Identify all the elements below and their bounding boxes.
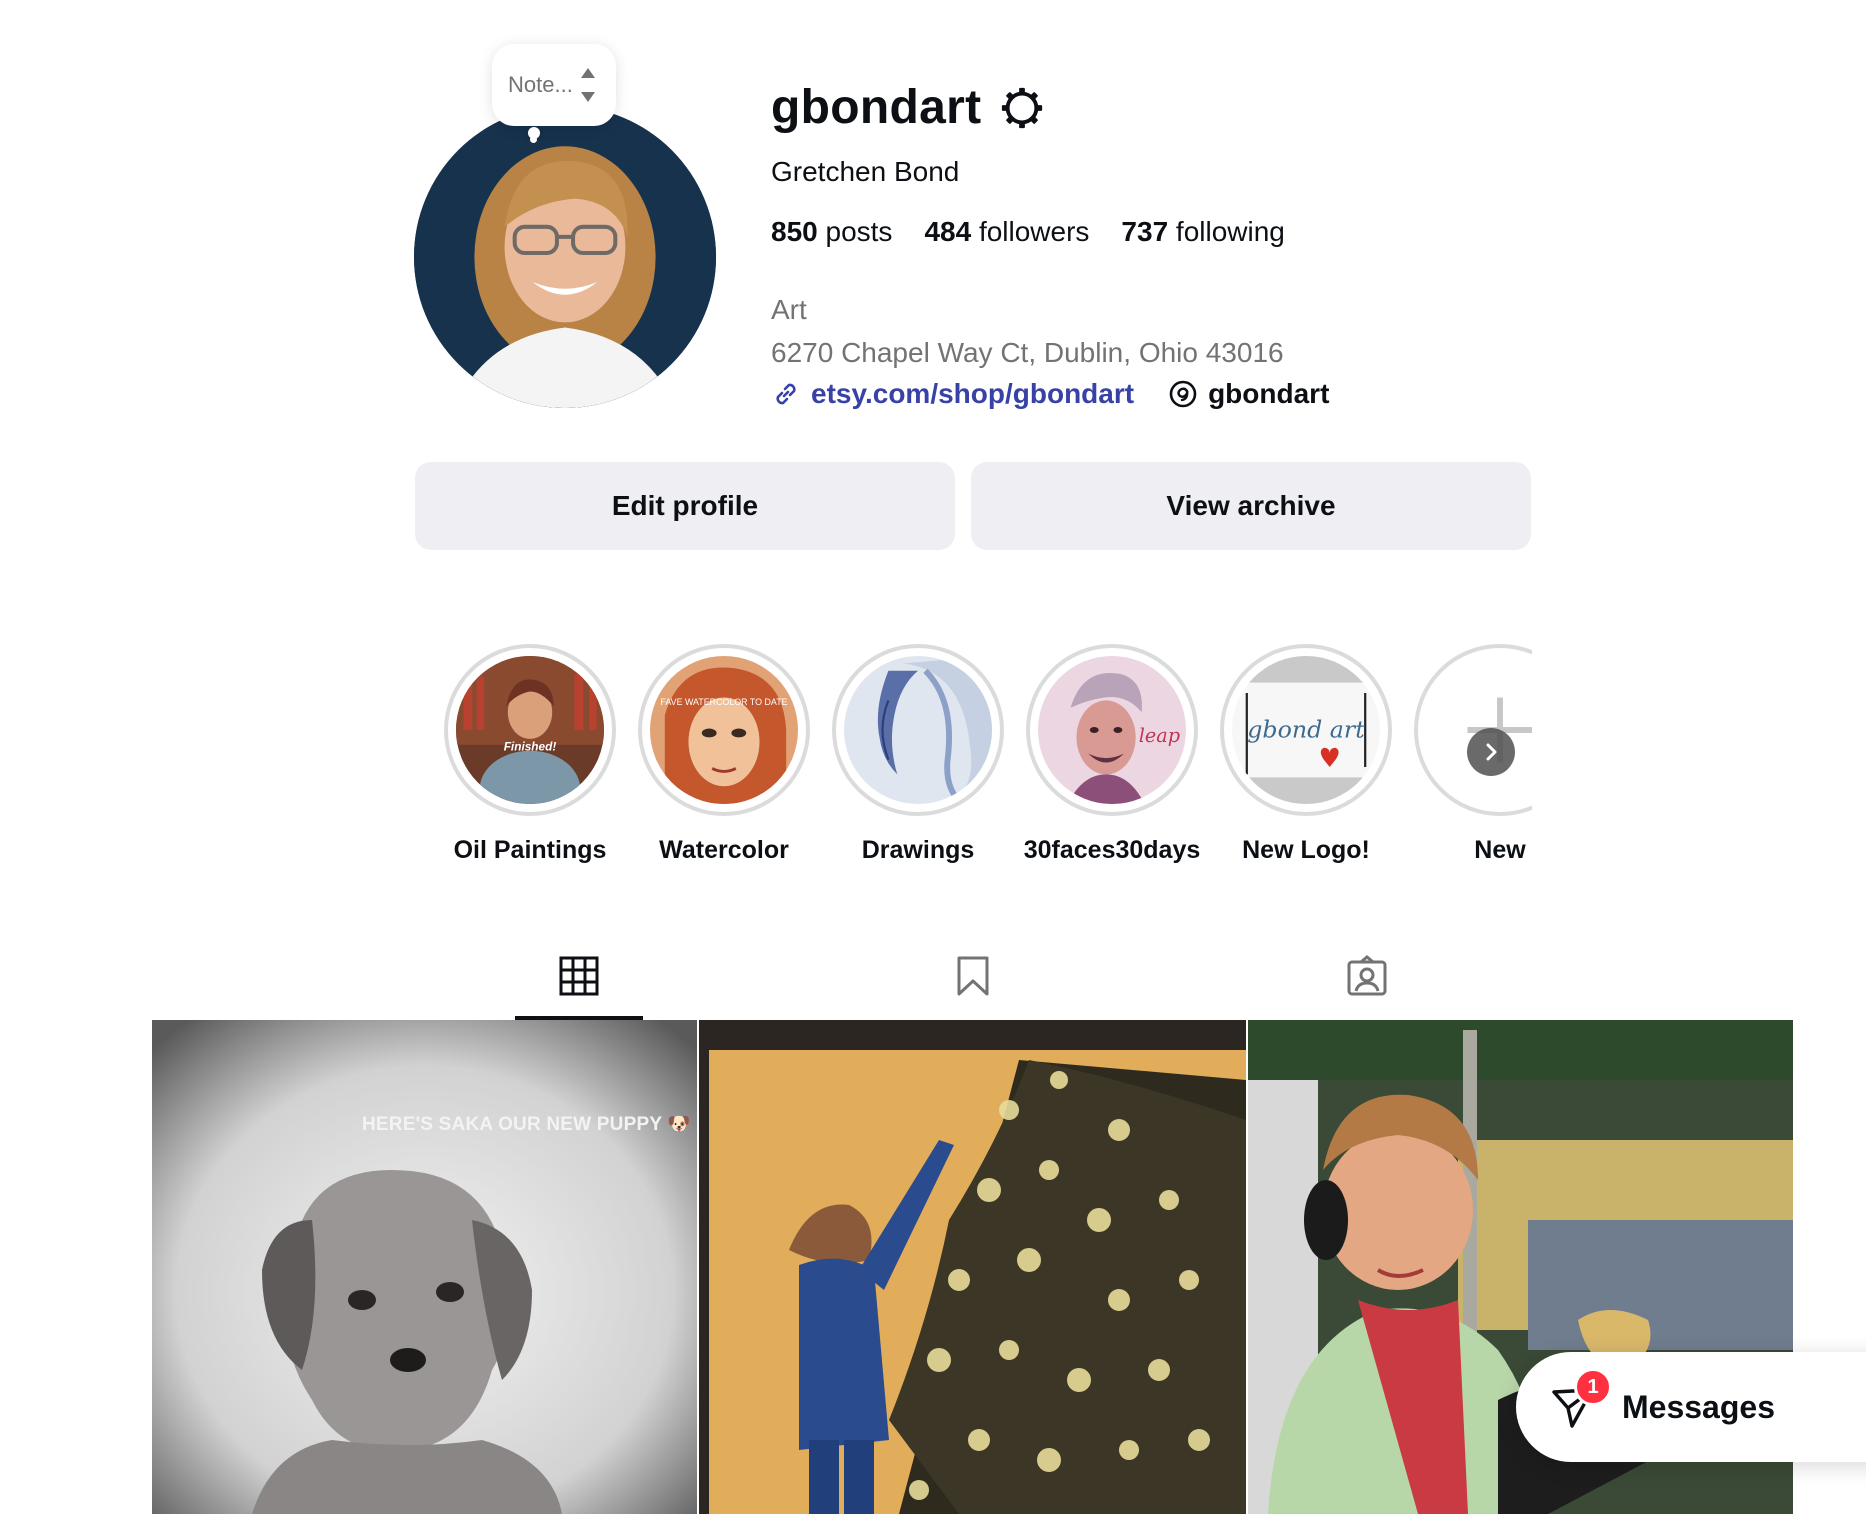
grid-icon xyxy=(559,956,599,996)
threads-icon xyxy=(1169,380,1197,408)
note-bubble-tail-small xyxy=(530,136,537,143)
posts-count: 850 xyxy=(771,216,818,247)
highlight-overlay-text: FAVE WATERCOLOR TO DATE xyxy=(660,697,787,707)
following-count: 737 xyxy=(1121,216,1169,247)
highlight-new-logo[interactable]: gbond art New Logo! xyxy=(1216,644,1396,865)
avatar-image xyxy=(414,106,716,408)
note-bubble[interactable]: Note... xyxy=(492,44,616,126)
profile-category: Art xyxy=(771,294,807,325)
posts-stat: 850 posts xyxy=(771,216,892,248)
note-sort-icon xyxy=(581,68,595,102)
highlight-cover: FAVE WATERCOLOR TO DATE xyxy=(650,656,798,804)
messages-label: Messages xyxy=(1622,1388,1775,1425)
highlight-drawings[interactable]: Drawings xyxy=(828,644,1008,865)
highlight-label: Oil Paintings xyxy=(453,836,607,864)
followers-label: followers xyxy=(978,216,1090,247)
highlight-oil-paintings[interactable]: Finished! Oil Paintings xyxy=(440,644,620,865)
highlight-label: New xyxy=(1474,836,1526,864)
highlights-next-button[interactable] xyxy=(1467,728,1515,776)
profile-address: 6270 Chapel Way Ct, Dublin, Ohio 43016 xyxy=(771,337,1284,368)
followers-count: 484 xyxy=(924,216,972,247)
posts-label: posts xyxy=(825,216,893,247)
highlight-label: 30faces30days xyxy=(1023,836,1201,864)
chevron-right-icon xyxy=(1486,743,1497,761)
highlight-ring: Finished! xyxy=(444,644,616,816)
highlight-ring: leap xyxy=(1026,644,1198,816)
profile-tabs xyxy=(0,940,1866,1020)
highlight-label: New Logo! xyxy=(1242,836,1370,864)
highlight-cover: leap xyxy=(1038,656,1186,804)
highlight-overlay-text: leap xyxy=(1139,724,1180,747)
following-label: following xyxy=(1175,216,1285,247)
threads-handle: gbondart xyxy=(1208,378,1330,409)
tagged-user-icon xyxy=(1347,955,1387,996)
profile-links: etsy.com/shop/gbondart gbondart xyxy=(771,378,1329,410)
post-tile[interactable] xyxy=(699,1020,1246,1514)
highlight-ring xyxy=(1414,644,1532,816)
edit-profile-button[interactable]: Edit profile xyxy=(415,462,955,550)
following-stat[interactable]: 737 following xyxy=(1121,216,1284,248)
highlight-overlay-text: Finished! xyxy=(504,740,557,754)
profile-avatar[interactable] xyxy=(414,106,716,408)
highlight-ring: FAVE WATERCOLOR TO DATE xyxy=(638,644,810,816)
post-image xyxy=(699,1020,1246,1514)
website-link[interactable]: etsy.com/shop/gbondart xyxy=(811,378,1134,410)
highlight-cover: Finished! xyxy=(456,656,604,804)
note-placeholder: Note... xyxy=(508,72,573,97)
messages-icon-wrap: 1 xyxy=(1548,1368,1612,1432)
post-caption: HERE'S SAKA OUR NEW PUPPY 🐶 xyxy=(362,1114,692,1135)
highlight-cover xyxy=(844,656,992,804)
full-name: Gretchen Bond xyxy=(771,156,960,187)
highlight-cover: gbond art xyxy=(1232,656,1380,804)
tab-tagged[interactable] xyxy=(1303,940,1431,1020)
highlight-ring: gbond art xyxy=(1220,644,1392,816)
messages-button[interactable]: 1 Messages xyxy=(1516,1352,1866,1462)
highlight-watercolor[interactable]: FAVE WATERCOLOR TO DATE Watercolor xyxy=(634,644,814,865)
profile-stats: 850 posts 484 followers 737 following xyxy=(771,216,1285,248)
highlight-30faces30days[interactable]: leap 30faces30days xyxy=(1022,644,1202,865)
post-image xyxy=(152,1020,697,1514)
followers-stat[interactable]: 484 followers xyxy=(924,216,1089,248)
highlight-overlay-text: gbond art xyxy=(1247,715,1365,743)
story-highlights: Finished! Oil Paintings FAVE WATERCOLOR … xyxy=(440,644,1532,874)
username-row: gbondart xyxy=(771,80,1045,135)
link-icon xyxy=(776,383,796,405)
threads-link[interactable]: gbondart xyxy=(1168,378,1329,410)
settings-gear-icon[interactable] xyxy=(999,85,1045,131)
username: gbondart xyxy=(771,81,982,134)
tab-posts[interactable] xyxy=(515,940,643,1020)
bookmark-icon xyxy=(957,956,989,996)
tab-saved[interactable] xyxy=(909,940,1037,1020)
unread-badge: 1 xyxy=(1574,1368,1612,1406)
highlight-ring xyxy=(832,644,1004,816)
post-tile[interactable]: HERE'S SAKA OUR NEW PUPPY 🐶 xyxy=(152,1020,697,1514)
highlight-label: Drawings xyxy=(861,836,975,864)
highlight-label: Watercolor xyxy=(659,836,789,864)
view-archive-button[interactable]: View archive xyxy=(971,462,1531,550)
